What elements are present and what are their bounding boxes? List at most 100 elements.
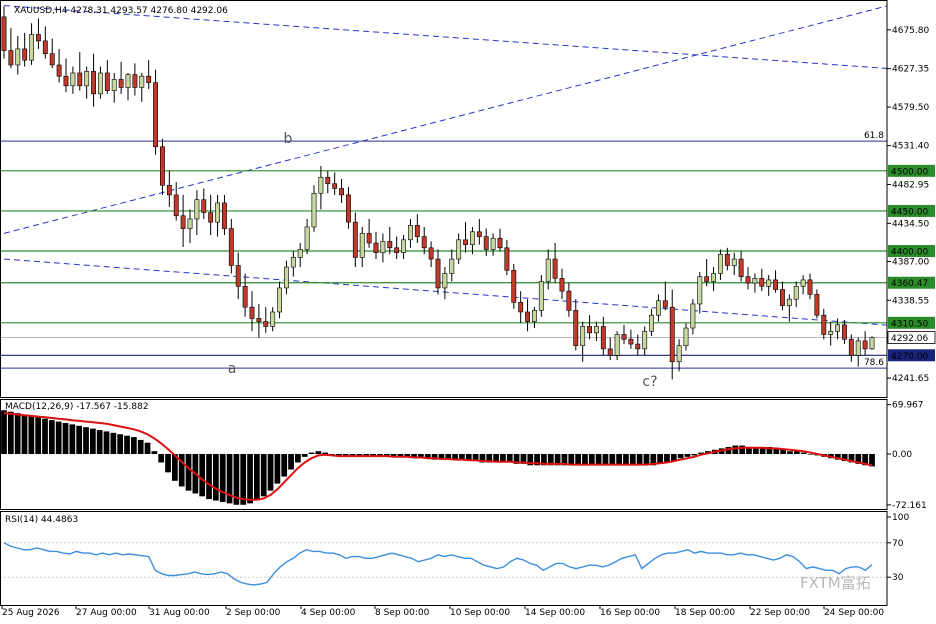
candle-body[interactable] xyxy=(8,50,14,66)
candle-body[interactable] xyxy=(476,231,482,237)
candle-body[interactable] xyxy=(201,199,207,213)
candle-body[interactable] xyxy=(352,221,358,258)
candle-body[interactable] xyxy=(173,194,179,217)
candle-body[interactable] xyxy=(63,75,69,87)
candle-body[interactable] xyxy=(263,321,269,327)
candle-body[interactable] xyxy=(552,258,558,279)
candle-body[interactable] xyxy=(497,237,503,249)
candle-body[interactable] xyxy=(587,326,592,334)
candle-body[interactable] xyxy=(91,71,96,95)
candle-body[interactable] xyxy=(1,16,7,51)
candle-body[interactable] xyxy=(359,233,365,258)
candle-body[interactable] xyxy=(36,34,41,42)
candle-body[interactable] xyxy=(435,258,441,289)
candle-body[interactable] xyxy=(635,343,641,350)
candle-body[interactable] xyxy=(697,276,703,305)
candle-body[interactable] xyxy=(222,202,227,229)
candle-body[interactable] xyxy=(580,326,586,346)
candle-body[interactable] xyxy=(339,188,344,196)
candle-body[interactable] xyxy=(821,314,827,335)
candle-body[interactable] xyxy=(366,233,372,244)
candle-body[interactable] xyxy=(15,48,21,66)
candle-body[interactable] xyxy=(104,72,110,91)
candle-body[interactable] xyxy=(56,64,62,77)
candle-body[interactable] xyxy=(835,324,840,332)
candle-body[interactable] xyxy=(862,340,868,350)
candle-body[interactable] xyxy=(194,199,200,220)
candle-body[interactable] xyxy=(77,72,83,87)
candle-body[interactable] xyxy=(614,334,620,356)
candle-body[interactable] xyxy=(532,310,537,322)
candle-body[interactable] xyxy=(84,71,90,87)
candle-body[interactable] xyxy=(187,218,193,229)
candle-body[interactable] xyxy=(642,330,648,350)
candle-body[interactable] xyxy=(518,302,524,313)
candle-body[interactable] xyxy=(332,183,338,189)
candle-body[interactable] xyxy=(711,273,716,282)
candle-body[interactable] xyxy=(718,253,723,274)
candle-body[interactable] xyxy=(621,334,627,340)
candle-body[interactable] xyxy=(848,338,854,356)
candle-body[interactable] xyxy=(228,228,234,266)
candle-body[interactable] xyxy=(346,194,351,223)
candle-body[interactable] xyxy=(656,300,661,316)
candle-body[interactable] xyxy=(373,242,379,253)
candle-body[interactable] xyxy=(449,258,455,274)
candle-body[interactable] xyxy=(22,48,28,61)
candle-body[interactable] xyxy=(662,300,668,308)
candle-body[interactable] xyxy=(669,306,675,363)
candle-body[interactable] xyxy=(153,82,158,148)
candle-body[interactable] xyxy=(869,337,875,350)
candle-body[interactable] xyxy=(242,286,248,308)
candle-body[interactable] xyxy=(807,279,813,295)
candle-body[interactable] xyxy=(139,75,145,88)
candle-body[interactable] xyxy=(146,75,152,83)
candle-body[interactable] xyxy=(573,310,579,346)
candle-body[interactable] xyxy=(414,225,420,237)
candle-body[interactable] xyxy=(745,276,751,284)
price-chart[interactable]: 61.8 78.6 a b c? 4675.80 4627.35 4579.50 4531.4… xyxy=(0,0,936,624)
candle-body[interactable] xyxy=(566,290,572,311)
candle-body[interactable] xyxy=(628,338,634,345)
candle-body[interactable] xyxy=(208,212,214,223)
candle-body[interactable] xyxy=(786,298,792,306)
candle-body[interactable] xyxy=(325,176,331,184)
candle-body[interactable] xyxy=(421,236,427,249)
candle-body[interactable] xyxy=(545,258,551,282)
candle-body[interactable] xyxy=(690,303,696,329)
candle-body[interactable] xyxy=(297,249,303,258)
candle-body[interactable] xyxy=(600,326,606,350)
candle-body[interactable] xyxy=(166,184,172,196)
candle-body[interactable] xyxy=(800,279,806,287)
candle-body[interactable] xyxy=(387,241,393,249)
candle-body[interactable] xyxy=(401,239,406,253)
candle-body[interactable] xyxy=(277,287,282,313)
candle-body[interactable] xyxy=(215,202,220,223)
candle-body[interactable] xyxy=(380,241,386,253)
candle-body[interactable] xyxy=(290,257,296,268)
candle-body[interactable] xyxy=(428,247,434,260)
candle-body[interactable] xyxy=(408,225,413,241)
candle-body[interactable] xyxy=(780,289,785,306)
candle-body[interactable] xyxy=(842,324,847,340)
candle-body[interactable] xyxy=(394,247,400,253)
candle-body[interactable] xyxy=(793,286,799,300)
candle-body[interactable] xyxy=(752,278,758,284)
candle-body[interactable] xyxy=(125,74,131,88)
candle-body[interactable] xyxy=(538,281,544,311)
candle-body[interactable] xyxy=(235,265,241,287)
candle-body[interactable] xyxy=(49,53,55,66)
candle-body[interactable] xyxy=(70,72,76,87)
candle-body[interactable] xyxy=(456,239,462,260)
candle-body[interactable] xyxy=(724,253,730,266)
candle-body[interactable] xyxy=(511,269,517,303)
candle-body[interactable] xyxy=(463,239,468,245)
candle-body[interactable] xyxy=(111,79,117,91)
candle-body[interactable] xyxy=(284,266,289,289)
candle-body[interactable] xyxy=(118,79,124,88)
candle-body[interactable] xyxy=(256,318,262,322)
candle-body[interactable] xyxy=(731,258,737,266)
candle-body[interactable] xyxy=(132,74,138,88)
candle-body[interactable] xyxy=(442,273,448,289)
candle-body[interactable] xyxy=(29,34,34,61)
